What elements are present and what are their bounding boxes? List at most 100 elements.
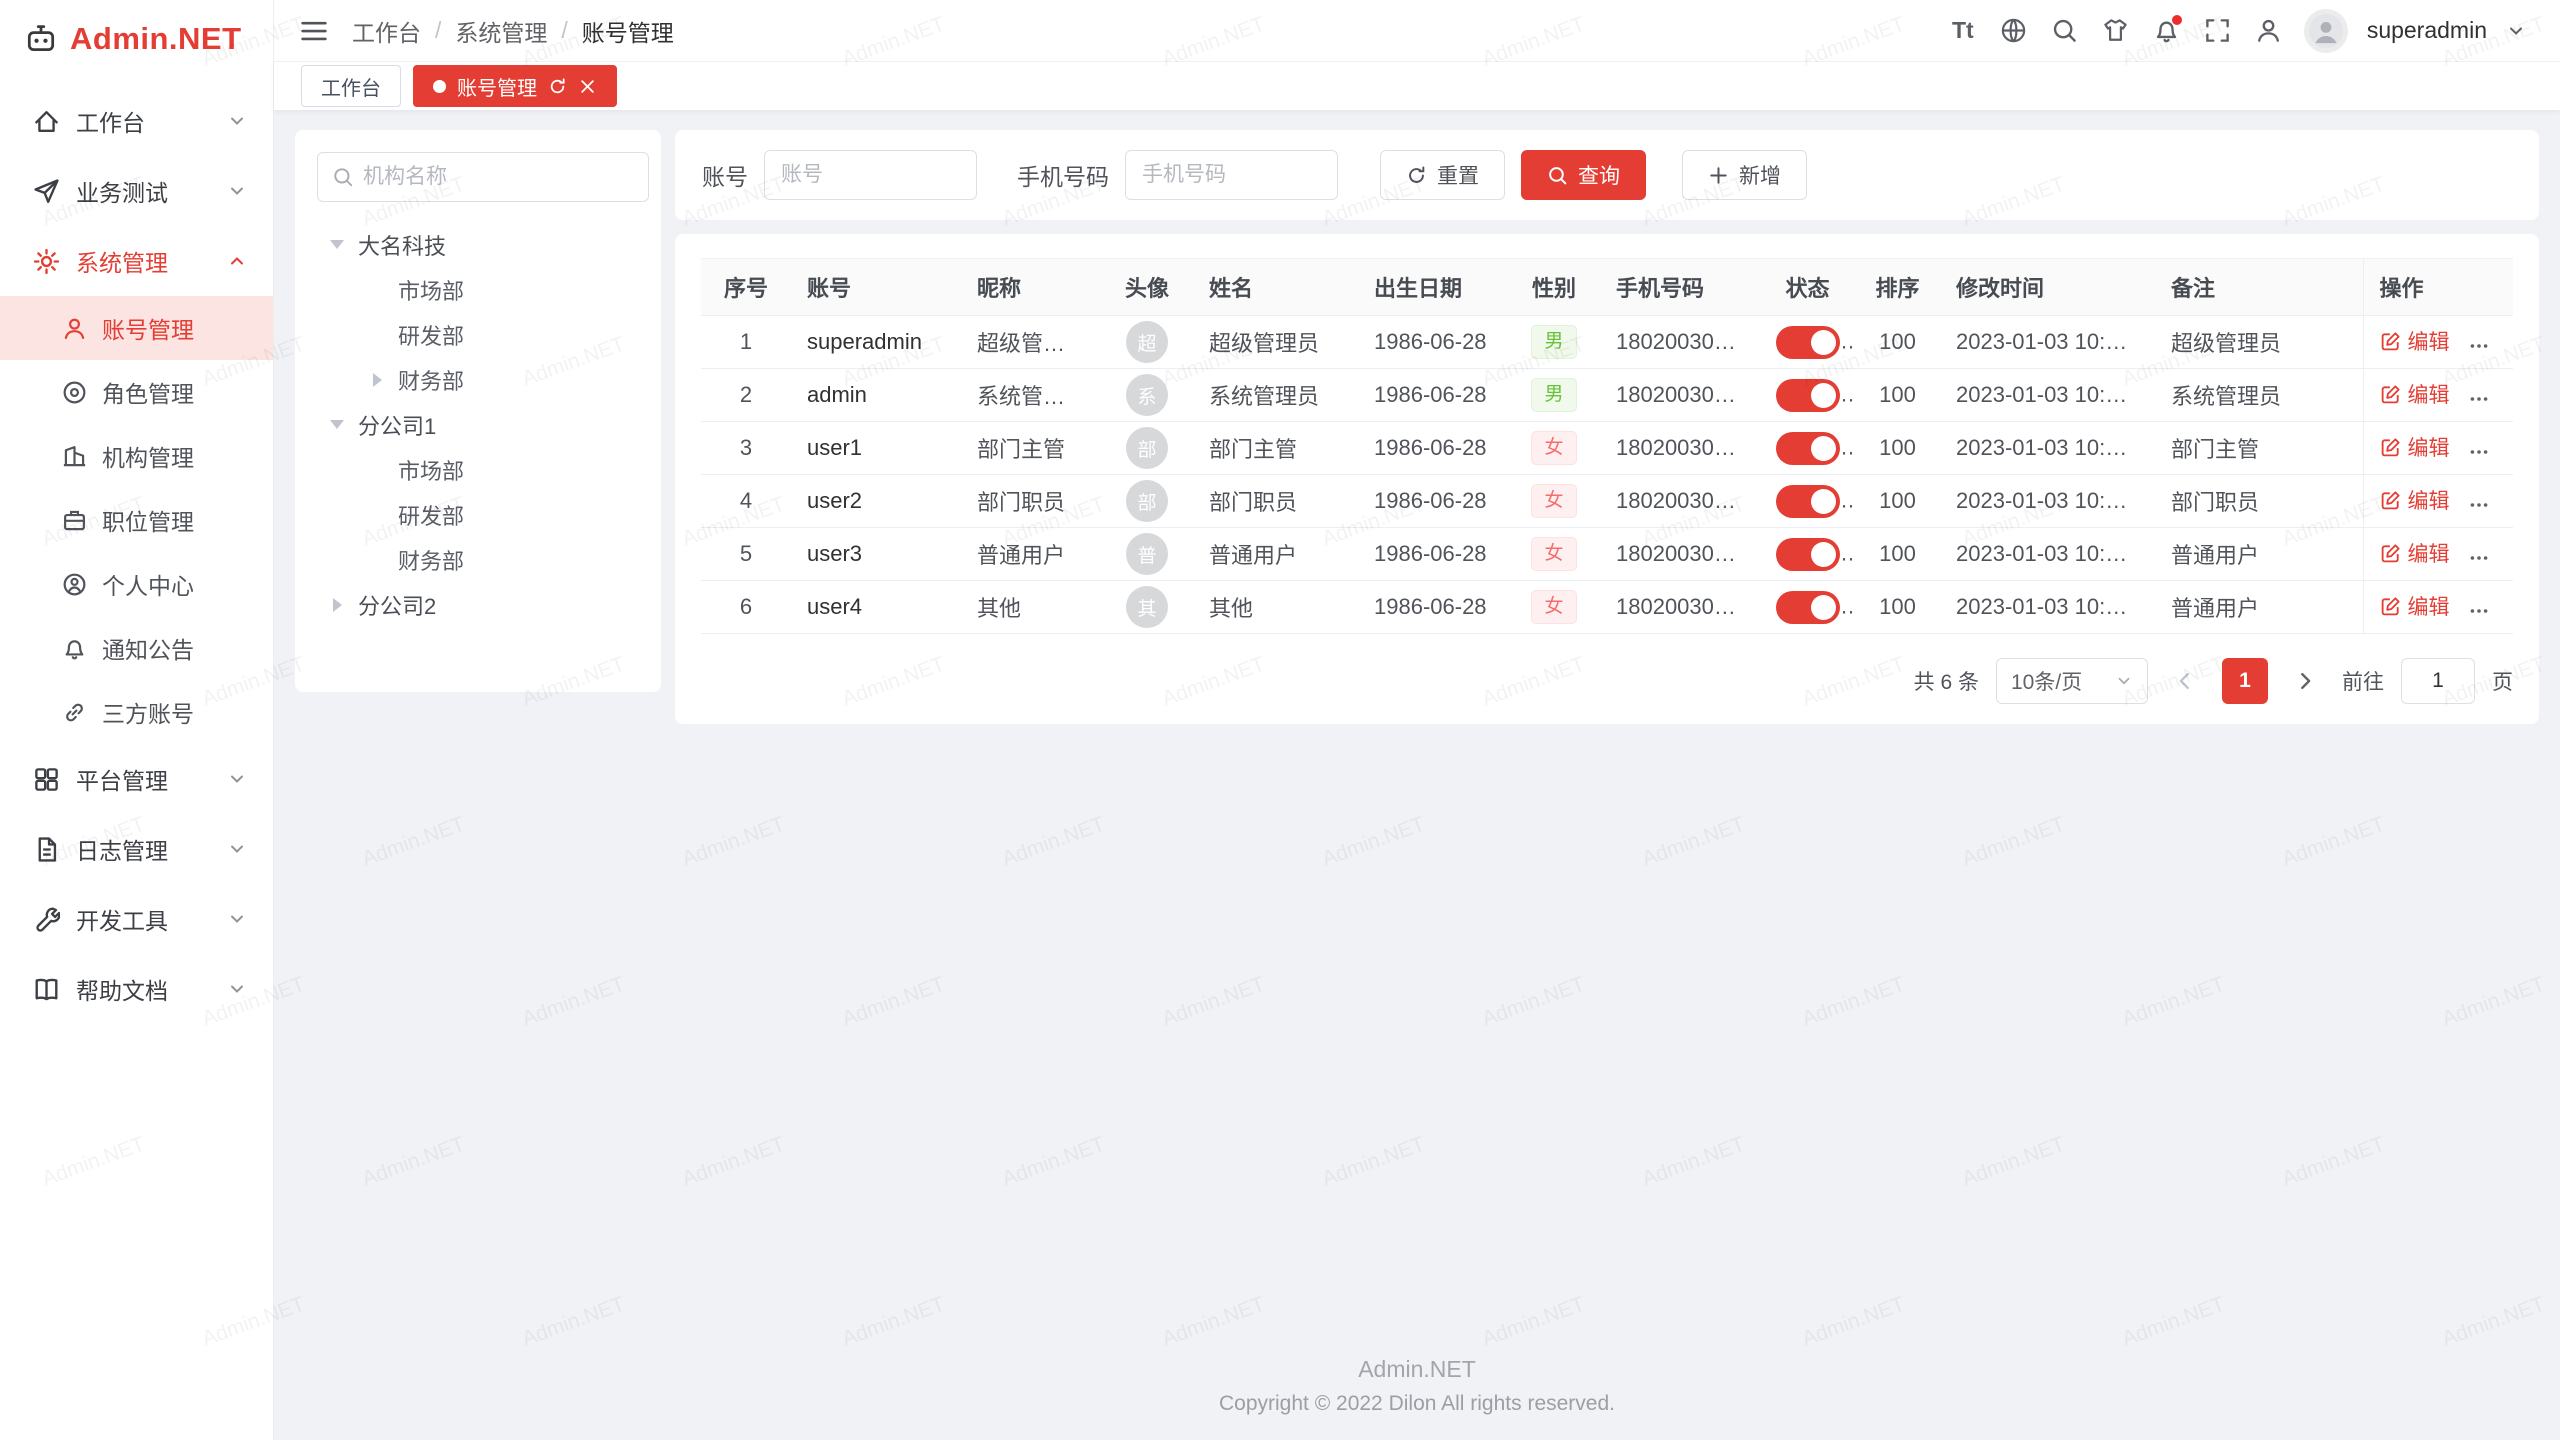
edit-button[interactable]: 编辑 bbox=[2380, 379, 2450, 409]
tree-node[interactable]: 财务部 bbox=[317, 357, 639, 402]
tree-node[interactable]: 市场部 bbox=[317, 447, 639, 492]
tree-node[interactable]: 财务部 bbox=[317, 537, 639, 582]
page-size-select[interactable]: 10条/页 bbox=[1996, 658, 2148, 704]
tab-workbench[interactable]: 工作台 bbox=[301, 65, 401, 107]
fullscreen-icon[interactable] bbox=[2202, 15, 2234, 47]
edit-button[interactable]: 编辑 bbox=[2380, 538, 2450, 568]
caret-down-icon[interactable] bbox=[325, 233, 349, 256]
user-icon[interactable] bbox=[2253, 15, 2285, 47]
sidebar-item-third-party-account[interactable]: 三方账号 bbox=[0, 680, 273, 744]
globe-icon[interactable] bbox=[1998, 15, 2030, 47]
table-row: 1 superadmin 超级管理员 超 超级管理员 1986-06-28 男 … bbox=[701, 316, 2513, 369]
footer: Admin.NET Copyright © 2022 Dilon All rig… bbox=[295, 1356, 2539, 1424]
prev-page-button[interactable] bbox=[2165, 661, 2205, 701]
tab-label: 工作台 bbox=[321, 72, 381, 101]
chevron-down-icon bbox=[2115, 672, 2133, 690]
search-label: 查询 bbox=[1578, 160, 1620, 190]
sidebar-item-business-test[interactable]: 业务测试 bbox=[0, 156, 273, 226]
row-more-button[interactable] bbox=[2468, 441, 2490, 463]
sidebar-item-help-docs[interactable]: 帮助文档 bbox=[0, 954, 273, 1024]
edit-button[interactable]: 编辑 bbox=[2380, 432, 2450, 462]
sidebar-item-dev-tools[interactable]: 开发工具 bbox=[0, 884, 273, 954]
goto-page-input[interactable] bbox=[2401, 658, 2475, 704]
edit-button[interactable]: 编辑 bbox=[2380, 326, 2450, 356]
close-icon[interactable] bbox=[578, 77, 597, 96]
status-toggle[interactable] bbox=[1776, 379, 1840, 412]
reset-label: 重置 bbox=[1437, 160, 1479, 190]
status-toggle[interactable] bbox=[1776, 326, 1840, 359]
system-submenu: 账号管理 角色管理 机构管理 职位管理 个人中心 bbox=[0, 296, 273, 744]
bell-icon[interactable] bbox=[2151, 15, 2183, 47]
hamburger-menu-icon[interactable] bbox=[300, 17, 328, 45]
cell-modified-time: 2023-01-03 10:59:44 bbox=[1940, 369, 2155, 422]
sidebar-item-profile-center[interactable]: 个人中心 bbox=[0, 552, 273, 616]
main-area: 工作台 / 系统管理 / 账号管理 Tt superadmin 工 bbox=[274, 0, 2560, 1440]
user-circle-icon bbox=[62, 572, 87, 597]
column-header: 头像 bbox=[1101, 259, 1193, 316]
caret-right-icon[interactable] bbox=[365, 373, 389, 387]
org-search-input[interactable] bbox=[363, 165, 634, 189]
status-toggle[interactable] bbox=[1776, 538, 1840, 571]
breadcrumb-item[interactable]: 系统管理 bbox=[455, 14, 547, 48]
tree-node[interactable]: 研发部 bbox=[317, 312, 639, 357]
sidebar-item-platform-mgmt[interactable]: 平台管理 bbox=[0, 744, 273, 814]
sidebar-item-account-mgmt[interactable]: 账号管理 bbox=[0, 296, 273, 360]
search-icon[interactable] bbox=[2049, 15, 2081, 47]
edit-button[interactable]: 编辑 bbox=[2380, 485, 2450, 515]
cell-birthdate: 1986-06-28 bbox=[1358, 422, 1508, 475]
row-more-button[interactable] bbox=[2468, 600, 2490, 622]
toggle-knob bbox=[1811, 542, 1836, 567]
tree-node[interactable]: 大名科技 bbox=[317, 222, 639, 267]
page-size-value: 10条/页 bbox=[2011, 666, 2082, 696]
row-more-button[interactable] bbox=[2468, 547, 2490, 569]
refresh-icon[interactable] bbox=[548, 77, 567, 96]
sidebar-item-system-mgmt[interactable]: 系统管理 bbox=[0, 226, 273, 296]
font-size-icon[interactable]: Tt bbox=[1947, 15, 1979, 47]
edit-button[interactable]: 编辑 bbox=[2380, 591, 2450, 621]
sidebar-item-org-mgmt[interactable]: 机构管理 bbox=[0, 424, 273, 488]
sidebar-item-log-mgmt[interactable]: 日志管理 bbox=[0, 814, 273, 884]
row-more-button[interactable] bbox=[2468, 335, 2490, 357]
theme-icon[interactable] bbox=[2100, 15, 2132, 47]
sidebar-item-workbench[interactable]: 工作台 bbox=[0, 86, 273, 156]
status-toggle[interactable] bbox=[1776, 591, 1840, 624]
cell-name: 部门主管 bbox=[1193, 422, 1358, 475]
phone-input[interactable] bbox=[1125, 150, 1338, 200]
cell-birthdate: 1986-06-28 bbox=[1358, 528, 1508, 581]
add-button[interactable]: 新增 bbox=[1682, 150, 1807, 200]
column-header: 状态 bbox=[1760, 259, 1855, 316]
robot-logo-icon bbox=[24, 22, 58, 56]
notification-badge bbox=[2172, 15, 2182, 25]
status-toggle[interactable] bbox=[1776, 432, 1840, 465]
caret-down-icon[interactable] bbox=[325, 413, 349, 436]
avatar[interactable] bbox=[2304, 9, 2348, 53]
gear-icon bbox=[33, 248, 60, 275]
tree-node[interactable]: 分公司2 bbox=[317, 582, 639, 627]
row-more-button[interactable] bbox=[2468, 388, 2490, 410]
search-button[interactable]: 查询 bbox=[1521, 150, 1646, 200]
plus-icon bbox=[1708, 165, 1729, 186]
sidebar-item-role-mgmt[interactable]: 角色管理 bbox=[0, 360, 273, 424]
tree-node[interactable]: 市场部 bbox=[317, 267, 639, 312]
page-number-current[interactable]: 1 bbox=[2222, 658, 2268, 704]
next-page-button[interactable] bbox=[2285, 661, 2325, 701]
account-input[interactable] bbox=[764, 150, 977, 200]
column-header: 备注 bbox=[2155, 259, 2363, 316]
username[interactable]: superadmin bbox=[2367, 17, 2487, 44]
tree-node[interactable]: 分公司1 bbox=[317, 402, 639, 447]
sidebar-item-position-mgmt[interactable]: 职位管理 bbox=[0, 488, 273, 552]
breadcrumb-item[interactable]: 工作台 bbox=[352, 14, 421, 48]
chevron-down-icon[interactable] bbox=[2506, 21, 2526, 41]
row-more-button[interactable] bbox=[2468, 494, 2490, 516]
tree-node[interactable]: 研发部 bbox=[317, 492, 639, 537]
row-avatar: 部 bbox=[1126, 480, 1168, 522]
status-toggle[interactable] bbox=[1776, 485, 1840, 518]
sidebar-item-notice[interactable]: 通知公告 bbox=[0, 616, 273, 680]
column-header: 性别 bbox=[1508, 259, 1600, 316]
sidebar-item-label: 角色管理 bbox=[102, 375, 194, 409]
tab-account-mgmt[interactable]: 账号管理 bbox=[413, 65, 617, 107]
cell-index: 3 bbox=[701, 422, 791, 475]
brand-logo[interactable]: Admin.NET bbox=[0, 0, 273, 78]
reset-button[interactable]: 重置 bbox=[1380, 150, 1505, 200]
caret-right-icon[interactable] bbox=[325, 598, 349, 612]
